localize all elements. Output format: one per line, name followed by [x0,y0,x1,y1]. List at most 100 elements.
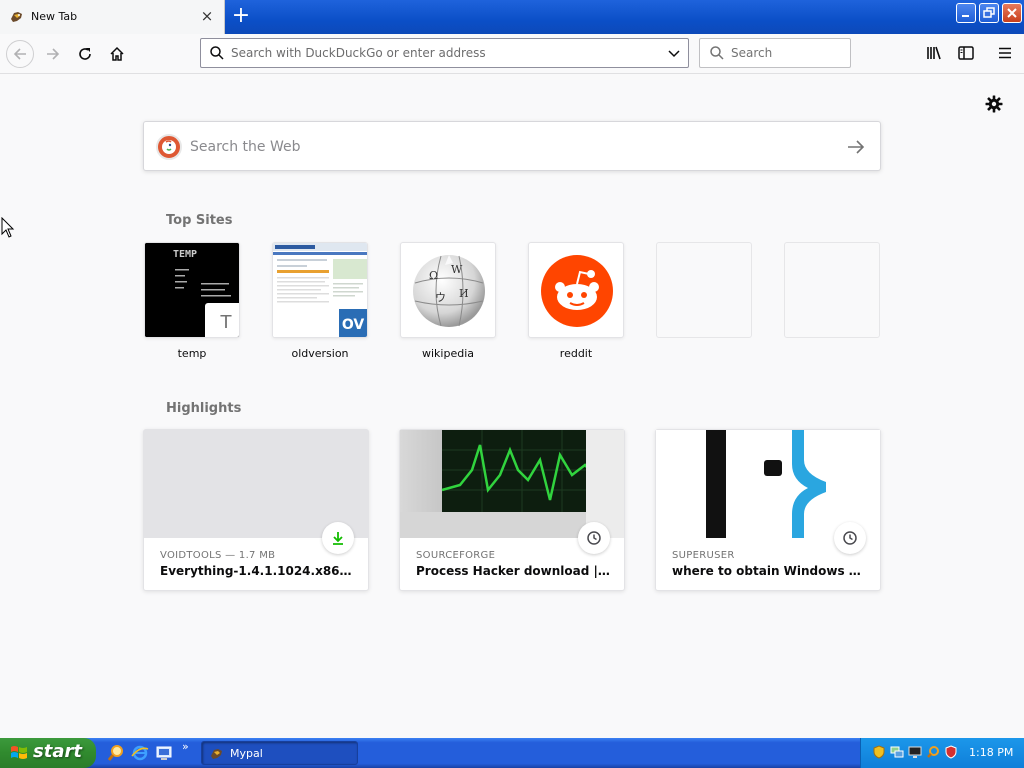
title-bar: New Tab × + [0,0,1024,34]
network-icon[interactable] [890,745,904,759]
close-window-button[interactable] [1002,3,1022,23]
antivirus-icon[interactable] [944,745,958,759]
oldversion-badge-icon: OV [337,307,367,337]
new-tab-button[interactable]: + [230,5,252,27]
highlight-title: where to obtain Windows XP-c... [672,564,868,578]
highlight-card-superuser[interactable]: SUPERUSER where to obtain Windows XP-c..… [655,429,881,591]
search-icon [210,46,224,60]
history-badge [834,522,866,554]
temp-letter-icon: T [205,303,239,337]
sidebar-icon [958,46,974,60]
tab-new-tab[interactable]: New Tab × [0,0,225,34]
top-site-reddit[interactable]: reddit [528,242,624,360]
back-arrow-icon [13,48,26,60]
hamburger-menu-icon [999,47,1011,59]
search-icon [710,46,724,60]
taskbar-button-label: Mypal [230,747,263,760]
top-site-label: wikipedia [421,347,474,360]
tab-title: New Tab [31,10,78,23]
taskbar-clock[interactable]: 1:18 PM [969,746,1013,759]
highlight-source: SUPERUSER [672,550,735,561]
history-badge [578,522,610,554]
search-quicklaunch-icon[interactable] [107,744,125,762]
minimize-button[interactable] [956,3,976,23]
library-icon [927,46,941,60]
display-icon[interactable] [908,745,922,759]
mypal-favicon-icon [11,12,22,22]
top-site-empty[interactable] [656,242,752,338]
internet-explorer-icon[interactable] [131,744,149,762]
highlight-title: Everything-1.4.1.1024.x86-Setu... [160,564,356,578]
search-input[interactable] [731,43,841,63]
forward-button[interactable] [39,40,67,68]
top-site-thumbnail[interactable]: ΩWИウ [400,242,496,338]
restore-button[interactable] [979,3,999,23]
top-site-wikipedia[interactable]: ΩWИウ wikipedia [400,242,496,360]
top-site-label: oldversion [291,347,349,360]
top-sites-heading: Top Sites [166,213,233,228]
wikipedia-globe-icon: Ω WИウ [413,255,485,327]
highlight-source: VOIDTOOLS — 1.7 MB [160,550,276,561]
reload-button[interactable] [71,40,99,68]
top-site-placeholder[interactable] [656,242,752,338]
highlight-title: Process Hacker download | So... [416,564,612,578]
menu-button[interactable] [994,42,1016,64]
back-button[interactable] [6,40,34,68]
quicklaunch-chevron[interactable]: » [182,740,189,753]
download-icon [333,532,343,545]
top-site-empty[interactable] [784,242,880,338]
url-input[interactable] [231,43,651,63]
tab-close-icon[interactable]: × [199,8,215,24]
svg-text:ウ: ウ [435,291,446,304]
close-icon [1007,8,1017,18]
system-tray: 1:18 PM [860,738,1024,768]
restore-icon [983,7,995,18]
sidebar-button[interactable] [955,42,977,64]
highlight-card-everything[interactable]: VOIDTOOLS — 1.7 MB Everything-1.4.1.1024… [143,429,369,591]
start-button[interactable]: start [0,738,96,768]
windows-flag-icon [11,746,27,759]
nav-toolbar [0,34,1024,74]
web-search-box[interactable] [143,121,881,171]
chevron-down-icon[interactable] [666,45,682,61]
svg-text:W: W [451,263,463,276]
top-site-temp[interactable]: TEMP T temp [144,242,240,360]
top-site-label: reddit [559,347,593,360]
search-bar[interactable] [699,38,851,68]
search-submit-arrow-icon[interactable] [846,137,866,157]
top-site-thumbnail[interactable]: OV [272,242,368,338]
reddit-logo-icon [541,255,613,327]
top-site-thumbnail[interactable]: TEMP T [144,242,240,338]
security-shield-icon[interactable] [872,745,886,759]
highlights-heading: Highlights [166,401,242,416]
windows-taskbar: start » Mypal 1:18 PM [0,738,1024,768]
library-button[interactable] [923,42,945,64]
web-search-input[interactable] [190,136,790,158]
highlight-card-process-hacker[interactable]: SOURCEFORGE Process Hacker download | So… [399,429,625,591]
reload-icon [79,48,91,60]
svg-text:TEMP: TEMP [173,249,197,260]
taskbar-button-mypal[interactable]: Mypal [201,741,358,765]
url-bar[interactable] [200,38,689,68]
mouse-pointer-icon [1,217,15,238]
forward-arrow-icon [47,48,60,60]
mypal-icon [211,749,222,759]
gear-icon[interactable] [984,94,1004,114]
top-site-label: temp [177,347,207,360]
top-site-oldversion[interactable]: OV oldversion [272,242,368,360]
start-label: start [33,741,82,762]
duckduckgo-logo-icon [156,134,182,160]
search-tray-icon[interactable] [926,745,940,759]
new-tab-page: Top Sites TEMP T temp [0,75,1024,738]
download-badge [322,522,354,554]
home-icon [110,46,124,61]
svg-text:И: И [459,287,469,300]
highlight-source: SOURCEFORGE [416,550,496,561]
home-button[interactable] [103,40,131,68]
show-desktop-icon[interactable] [155,744,173,762]
svg-text:Ω: Ω [429,269,438,282]
top-site-placeholder[interactable] [784,242,880,338]
clock-icon [843,531,857,545]
top-site-thumbnail[interactable] [528,242,624,338]
minimize-icon [962,15,969,17]
